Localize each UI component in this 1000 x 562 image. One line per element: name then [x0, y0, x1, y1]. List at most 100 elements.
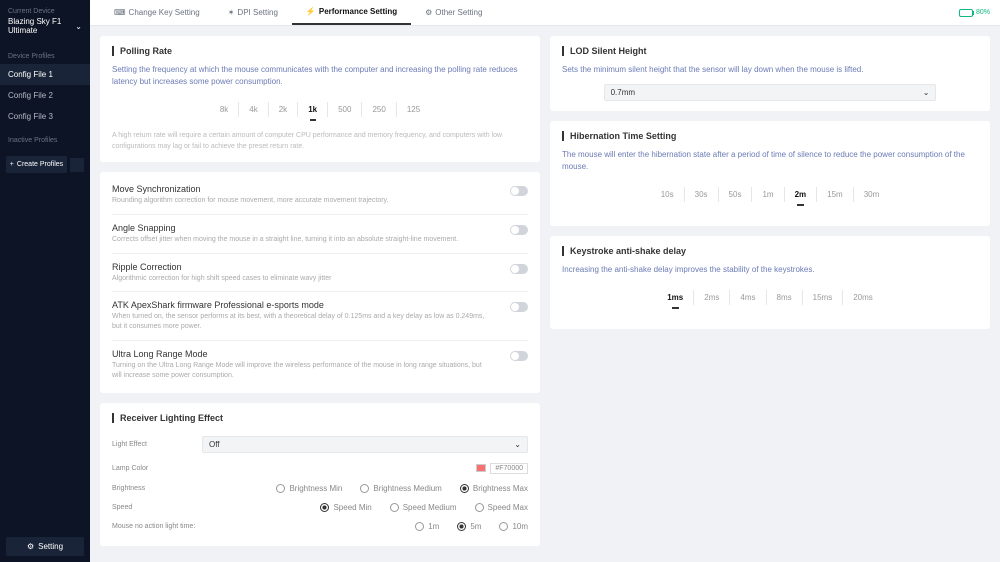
hib-2m[interactable]: 2m: [785, 187, 818, 202]
noaction-10m[interactable]: 10m: [499, 522, 528, 531]
speed-label: Speed: [112, 504, 202, 511]
toggle-switch-ripple[interactable]: [510, 264, 528, 274]
toggle-desc: Turning on the Ultra Long Range Mode wil…: [112, 361, 492, 381]
polling-opt-500[interactable]: 500: [328, 102, 362, 117]
speed-medium[interactable]: Speed Medium: [390, 503, 457, 512]
as-15ms[interactable]: 15ms: [803, 290, 844, 305]
light-effect-select[interactable]: Off⌄: [202, 436, 528, 453]
lod-card: LOD Silent Height Sets the minimum silen…: [550, 36, 990, 111]
toggle-switch-angle-snapping[interactable]: [510, 225, 528, 235]
antishake-title: Keystroke anti-shake delay: [562, 246, 978, 256]
create-profile-button[interactable]: + Create Profiles: [6, 156, 67, 173]
battery-indicator: 80%: [959, 9, 990, 17]
as-4ms[interactable]: 4ms: [730, 290, 766, 305]
tab-bar: ⌨Change Key Setting ✶DPI Setting ⚡Perfor…: [90, 0, 1000, 26]
inactive-profiles-label: Inactive Profiles: [0, 127, 90, 148]
main: ⌨Change Key Setting ✶DPI Setting ⚡Perfor…: [90, 0, 1000, 562]
hib-10s[interactable]: 10s: [651, 187, 685, 202]
hib-15m[interactable]: 15m: [817, 187, 854, 202]
speed-icon: ⚡: [306, 7, 316, 16]
chevron-down-icon: ⌄: [75, 22, 82, 31]
delete-profile-button[interactable]: [70, 158, 84, 172]
hibernation-options: 10s 30s 50s 1m 2m 15m 30m: [562, 187, 978, 202]
device-profiles-label: Device Profiles: [0, 43, 90, 64]
hib-1m[interactable]: 1m: [752, 187, 784, 202]
tab-performance[interactable]: ⚡Performance Setting: [292, 0, 411, 25]
device-name: Blazing Sky F1 Ultimate: [8, 17, 75, 35]
key-icon: ⌨: [114, 8, 126, 17]
content: Polling Rate Setting the frequency at wh…: [90, 26, 1000, 562]
hib-50s[interactable]: 50s: [719, 187, 753, 202]
hibernation-desc: The mouse will enter the hibernation sta…: [562, 149, 978, 173]
brightness-min[interactable]: Brightness Min: [276, 484, 342, 493]
noaction-5m[interactable]: 5m: [457, 522, 481, 531]
lod-desc: Sets the minimum silent height that the …: [562, 64, 978, 76]
speed-min[interactable]: Speed Min: [320, 503, 371, 512]
gear-icon: ⚙: [425, 8, 432, 17]
hibernation-title: Hibernation Time Setting: [562, 131, 978, 141]
tab-change-key[interactable]: ⌨Change Key Setting: [100, 0, 214, 25]
toggle-title: Ultra Long Range Mode: [112, 349, 492, 359]
brightness-medium[interactable]: Brightness Medium: [360, 484, 441, 493]
hibernation-card: Hibernation Time Setting The mouse will …: [550, 121, 990, 226]
color-hex[interactable]: #F70000: [490, 463, 528, 474]
toggle-angle-snapping: Angle Snapping Corrects offset jitter whe…: [112, 214, 528, 253]
noaction-label: Mouse no action light time:: [112, 523, 202, 530]
setting-button[interactable]: ⚙ Setting: [6, 537, 84, 556]
device-selector[interactable]: Blazing Sky F1 Ultimate ⌄: [0, 15, 90, 43]
toggle-long-range: Ultra Long Range Mode Turning on the Ultr…: [112, 340, 528, 389]
tab-dpi[interactable]: ✶DPI Setting: [214, 0, 292, 25]
polling-note: A high return rate will require a certai…: [112, 131, 528, 152]
toggle-esports: ATK ApexShark firmware Professional e-sp…: [112, 291, 528, 340]
polling-opt-1k[interactable]: 1k: [298, 102, 328, 117]
as-8ms[interactable]: 8ms: [767, 290, 803, 305]
toggle-switch-move-sync[interactable]: [510, 186, 528, 196]
toggle-desc: Corrects offset jitter when moving the m…: [112, 235, 458, 245]
polling-opt-250[interactable]: 250: [362, 102, 396, 117]
antishake-options: 1ms 2ms 4ms 8ms 15ms 20ms: [562, 290, 978, 305]
toggle-desc: When turned on, the sensor performs at i…: [112, 312, 492, 332]
toggle-title: Ripple Correction: [112, 262, 331, 272]
noaction-1m[interactable]: 1m: [415, 522, 439, 531]
create-label: Create Profiles: [17, 161, 63, 168]
toggle-desc: Algorithmic correction for high shift sp…: [112, 274, 331, 284]
speed-max[interactable]: Speed Max: [475, 503, 528, 512]
gear-icon: ⚙: [27, 542, 34, 551]
toggle-title: Move Synchronization: [112, 184, 389, 194]
as-1ms[interactable]: 1ms: [657, 290, 694, 305]
sidebar-item-profile-3[interactable]: Config File 3: [0, 106, 90, 127]
lighting-title: Receiver Lighting Effect: [112, 413, 528, 423]
crosshair-icon: ✶: [228, 8, 235, 17]
polling-opt-8k[interactable]: 8k: [210, 102, 239, 117]
tab-other[interactable]: ⚙Other Setting: [411, 0, 496, 25]
antishake-desc: Increasing the anti-shake delay improves…: [562, 264, 978, 276]
toggle-switch-long-range[interactable]: [510, 351, 528, 361]
as-2ms[interactable]: 2ms: [694, 290, 730, 305]
toggle-title: Angle Snapping: [112, 223, 458, 233]
lamp-color-label: Lamp Color: [112, 465, 202, 472]
toggle-title: ATK ApexShark firmware Professional e-sp…: [112, 300, 492, 310]
hib-30s[interactable]: 30s: [685, 187, 719, 202]
plus-icon: +: [10, 161, 14, 168]
sidebar-item-profile-1[interactable]: Config File 1: [0, 64, 90, 85]
light-effect-label: Light Effect: [112, 441, 202, 448]
color-swatch[interactable]: [476, 464, 486, 472]
lod-select[interactable]: 0.7mm⌄: [604, 84, 937, 101]
hib-30m[interactable]: 30m: [854, 187, 890, 202]
antishake-card: Keystroke anti-shake delay Increasing th…: [550, 236, 990, 329]
toggle-ripple: Ripple Correction Algorithmic correction …: [112, 253, 528, 292]
polling-title: Polling Rate: [112, 46, 528, 56]
polling-opt-125[interactable]: 125: [397, 102, 430, 117]
toggle-desc: Rounding algorithm correction for mouse …: [112, 196, 389, 206]
current-device-label: Current Device: [0, 8, 90, 15]
lighting-card: Receiver Lighting Effect Light Effect Of…: [100, 403, 540, 546]
polling-opt-2k[interactable]: 2k: [269, 102, 298, 117]
sidebar: Current Device Blazing Sky F1 Ultimate ⌄…: [0, 0, 90, 562]
brightness-label: Brightness: [112, 485, 202, 492]
as-20ms[interactable]: 20ms: [843, 290, 883, 305]
chevron-down-icon: ⌄: [923, 88, 930, 97]
brightness-max[interactable]: Brightness Max: [460, 484, 528, 493]
polling-opt-4k[interactable]: 4k: [239, 102, 268, 117]
toggle-switch-esports[interactable]: [510, 302, 528, 312]
sidebar-item-profile-2[interactable]: Config File 2: [0, 85, 90, 106]
